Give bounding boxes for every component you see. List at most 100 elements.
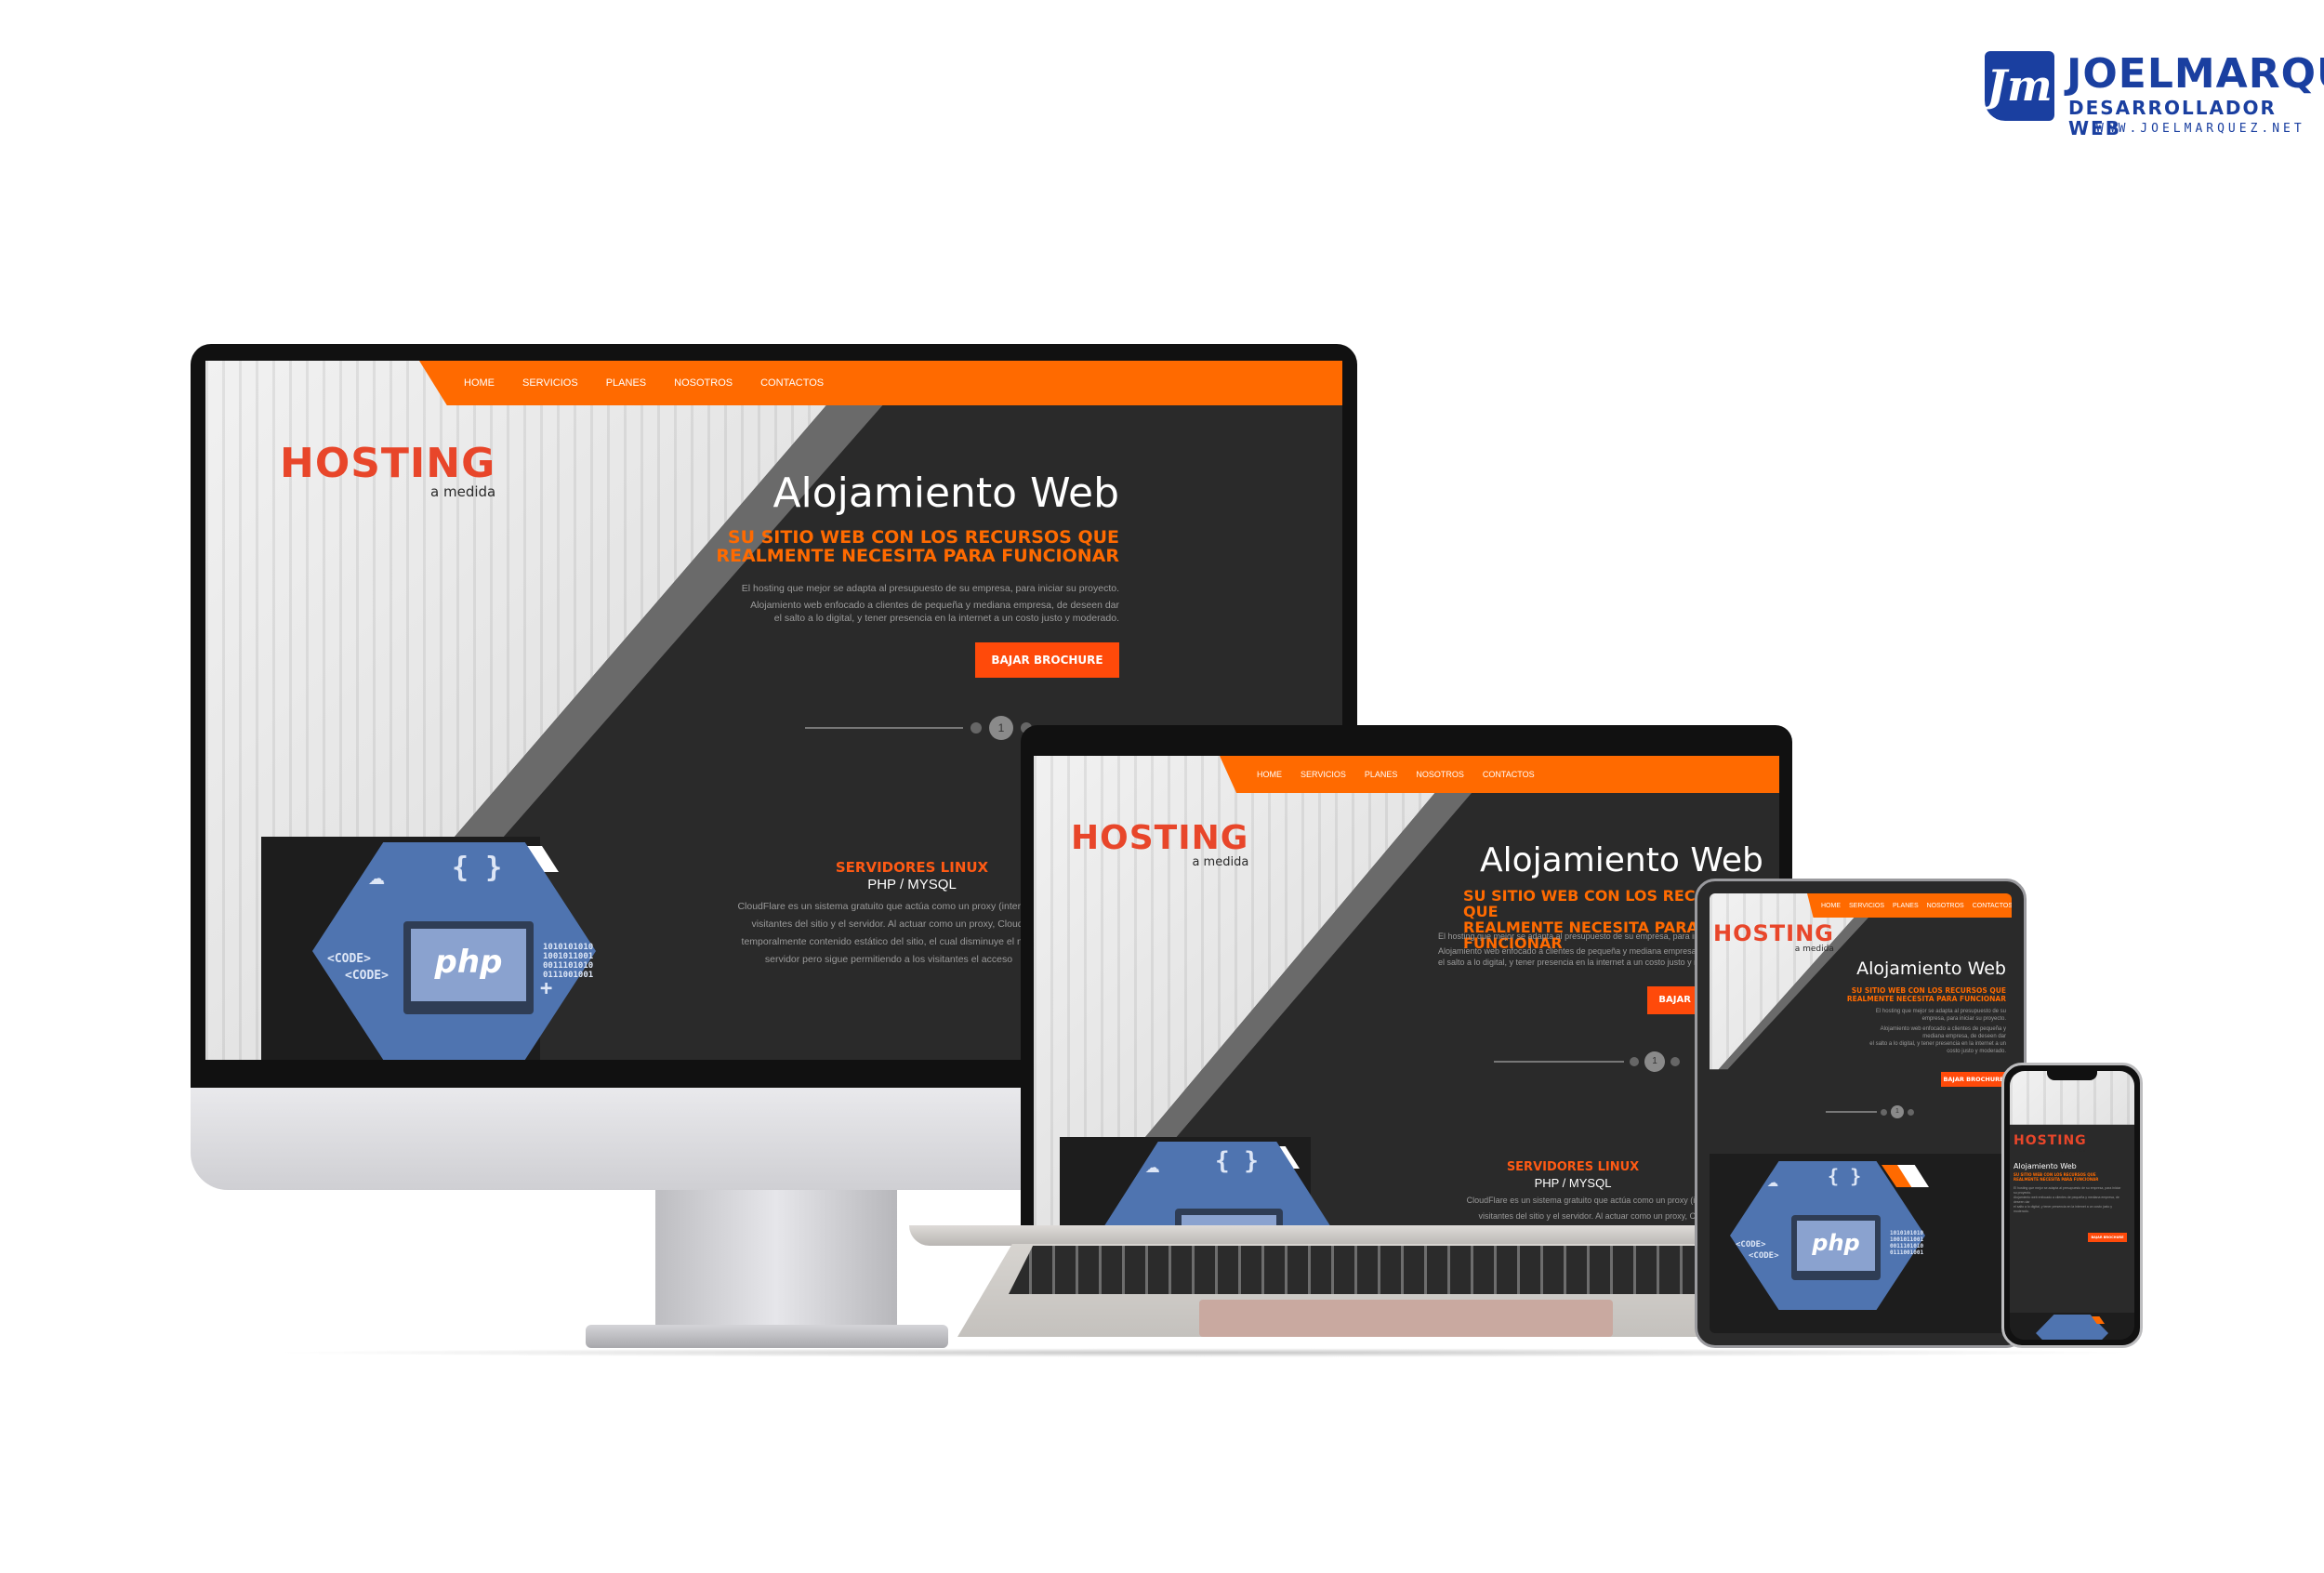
hero-paragraph: El hosting que mejor se adapta al presup… — [1869, 1009, 2006, 1054]
main-nav: HOME SERVICIOS PLANES NOSOTROS CONTACTOS — [1220, 756, 1779, 793]
hero-subtitle-line1: SU SITIO WEB CON LOS RECURSOS QUE — [727, 527, 1119, 548]
hero-title: Alojamiento Web — [2014, 1162, 2077, 1170]
website: HOSTING a medida Alojamiento Web SU SITI… — [2010, 1071, 2134, 1340]
download-brochure-button[interactable]: BAJAR BROCHURE — [2088, 1233, 2127, 1242]
download-brochure-button[interactable]: BAJAR BROCHURE — [1941, 1072, 2006, 1087]
phone-screen: HOSTING a medida Alojamiento Web SU SITI… — [2010, 1071, 2134, 1340]
main-nav: HOME SERVICIOS PLANES NOSOTROS CONTACTOS — [1807, 893, 2012, 918]
plus-icon: + — [540, 977, 553, 1000]
slider-pagination: 1 — [805, 716, 1032, 740]
hero-p1: El hosting que mejor se adapta al presup… — [741, 583, 1119, 594]
brand-logo: Jm JOELMARQUEZ DESARROLLADOR WEB WWW.JOE… — [1985, 51, 2324, 144]
slider-pagination: 1 — [1826, 1105, 1914, 1118]
site-logo-sub: a medida — [430, 483, 496, 500]
binary-code-icon: 1010101010 1001011001 0011101010 0111001… — [543, 943, 594, 980]
nav-nosotros[interactable]: NOSOTROS — [1416, 770, 1464, 779]
php-illustration: { } ☁ <CODE> <CODE> 1010101010 100101100… — [312, 842, 596, 1060]
phone-device: HOSTING a medida Alojamiento Web SU SITI… — [2001, 1063, 2143, 1348]
slider-dot[interactable] — [1630, 1057, 1639, 1066]
slider-dot-active[interactable]: 1 — [1644, 1051, 1665, 1072]
slider-dot-active[interactable]: 1 — [989, 716, 1013, 740]
hero-p2-line2: el salto a lo digital, y tener presencia… — [773, 613, 1119, 624]
site-logo[interactable]: HOSTING a medida — [280, 443, 495, 499]
slider-dot[interactable] — [1670, 1057, 1680, 1066]
slider-dot-active[interactable]: 1 — [1891, 1105, 1904, 1118]
slider-line — [1826, 1111, 1877, 1113]
hero-title: Alojamiento Web — [772, 469, 1119, 517]
floor-shadow — [265, 1348, 2143, 1357]
php-label: php — [1812, 1230, 1860, 1256]
cloud-sync-icon: ☁ — [368, 859, 386, 892]
laptop-screen: HOME SERVICIOS PLANES NOSOTROS CONTACTOS… — [1034, 756, 1779, 1225]
nav-nosotros[interactable]: NOSOTROS — [1927, 903, 1964, 909]
binary-code-icon: 1010101010 1001011001 0011101010 0111001… — [1890, 1230, 1924, 1256]
nav-contactos[interactable]: CONTACTOS — [1483, 770, 1535, 779]
download-brochure-button[interactable]: BAJAR BROCHURE — [975, 642, 1119, 678]
site-logo-sub: a medida — [1794, 945, 1834, 954]
brand-monogram-icon: Jm — [1985, 51, 2054, 121]
site-logo-name: HOSTING — [2014, 1133, 2087, 1148]
hero-subtitle: SU SITIO WEB CON LOS RECURSOS QUE REALME… — [716, 528, 1119, 565]
slider-line — [805, 727, 963, 729]
laptop-device: HOME SERVICIOS PLANES NOSOTROS CONTACTOS… — [1021, 725, 1792, 1246]
slider-dot[interactable] — [1881, 1108, 1887, 1116]
main-nav: HOME SERVICIOS PLANES NOSOTROS CONTACTOS — [419, 361, 1342, 405]
site-logo-sub: a medida — [1192, 855, 1249, 869]
nav-nosotros[interactable]: NOSOTROS — [674, 377, 733, 389]
hero-subtitle: SU SITIO WEB CON LOS RECURSOS QUE REALME… — [2014, 1172, 2099, 1182]
code-tag-icon-2: <CODE> — [345, 969, 389, 983]
site-logo[interactable]: HOSTING a medida — [2014, 1134, 2087, 1154]
hero-subtitle-line2: REALMENTE NECESITA PARA FUNCIONAR — [716, 546, 1119, 566]
website: HOME SERVICIOS PLANES NOSOTROS CONTACTOS… — [1034, 756, 1779, 1225]
nav-servicios[interactable]: SERVICIOS — [522, 377, 578, 389]
code-braces-icon: { } — [1215, 1147, 1259, 1175]
phone-notch — [2047, 1071, 2097, 1080]
slider-line — [1494, 1061, 1624, 1063]
nav-planes[interactable]: PLANES — [1893, 903, 1919, 909]
hero-subtitle: SU SITIO WEB CON LOS RECURSOS QUE REALME… — [1846, 986, 2006, 1003]
nav-contactos[interactable]: CONTACTOS — [760, 377, 824, 389]
website: HOME SERVICIOS PLANES NOSOTROS CONTACTOS… — [1710, 893, 2012, 1333]
brand-url: WWW.JOELMARQUEZ.NET — [2096, 122, 2305, 136]
nav-servicios[interactable]: SERVICIOS — [1301, 770, 1346, 779]
nav-servicios[interactable]: SERVICIOS — [1849, 903, 1884, 909]
monitor-icon-screen — [1182, 1215, 1276, 1225]
hero-p2-line1: Alojamiento web enfocado a clientes de p… — [750, 600, 1119, 611]
monitor-icon: php — [403, 921, 534, 1014]
tablet-device: HOME SERVICIOS PLANES NOSOTROS CONTACTOS… — [1695, 879, 2027, 1348]
monitor-icon: php — [1791, 1215, 1881, 1280]
nav-home[interactable]: HOME — [464, 377, 495, 389]
code-braces-icon: { } — [1828, 1165, 1862, 1187]
site-logo[interactable]: HOSTING a medida — [1713, 921, 1834, 954]
slider-dot[interactable] — [1908, 1108, 1914, 1116]
slider-pagination: 1 — [1494, 1051, 1680, 1072]
site-logo-name: HOSTING — [280, 440, 496, 487]
php-illustration: { } ☁ <CODE> <CODE> 1010101010 100101100… — [1730, 1161, 1925, 1310]
site-logo-name: HOSTING — [1071, 819, 1249, 857]
cloud-sync-icon: ☁ — [1767, 1169, 1779, 1191]
nav-contactos[interactable]: CONTACTOS — [1973, 903, 2012, 909]
services-subtitle: PHP / MYSQL — [867, 877, 957, 892]
nav-planes[interactable]: PLANES — [1365, 770, 1398, 779]
services-paragraph: CloudFlare es un sistema gratuito que ac… — [737, 901, 1040, 965]
site-logo-sub: a medida — [2060, 1147, 2087, 1154]
site-logo[interactable]: HOSTING a medida — [1071, 819, 1249, 869]
brand-name: JOELMARQUEZ — [2067, 50, 2324, 98]
services-subtitle: PHP / MYSQL — [1534, 1176, 1612, 1190]
hero-paragraph: El hosting que mejor se adapta al presup… — [742, 582, 1119, 625]
services-title: SERVIDORES LINUX — [1506, 1160, 1640, 1174]
cloud-sync-icon: ☁ — [1145, 1151, 1160, 1179]
code-tag-icon-2: <CODE> — [1749, 1251, 1779, 1261]
nav-planes[interactable]: PLANES — [606, 377, 646, 389]
hero-title: Alojamiento Web — [1480, 841, 1763, 879]
nav-home[interactable]: HOME — [1821, 903, 1841, 909]
slider-dot[interactable] — [971, 722, 982, 734]
php-label: php — [434, 944, 503, 981]
services-title: SERVIDORES LINUX — [835, 859, 989, 876]
nav-home[interactable]: HOME — [1257, 770, 1282, 779]
code-tag-icon: <CODE> — [327, 952, 371, 966]
code-braces-icon: { } — [452, 852, 503, 884]
desktop-stand-foot — [586, 1325, 948, 1348]
site-logo-name: HOSTING — [1713, 920, 1834, 946]
tablet-screen: HOME SERVICIOS PLANES NOSOTROS CONTACTOS… — [1710, 893, 2012, 1333]
